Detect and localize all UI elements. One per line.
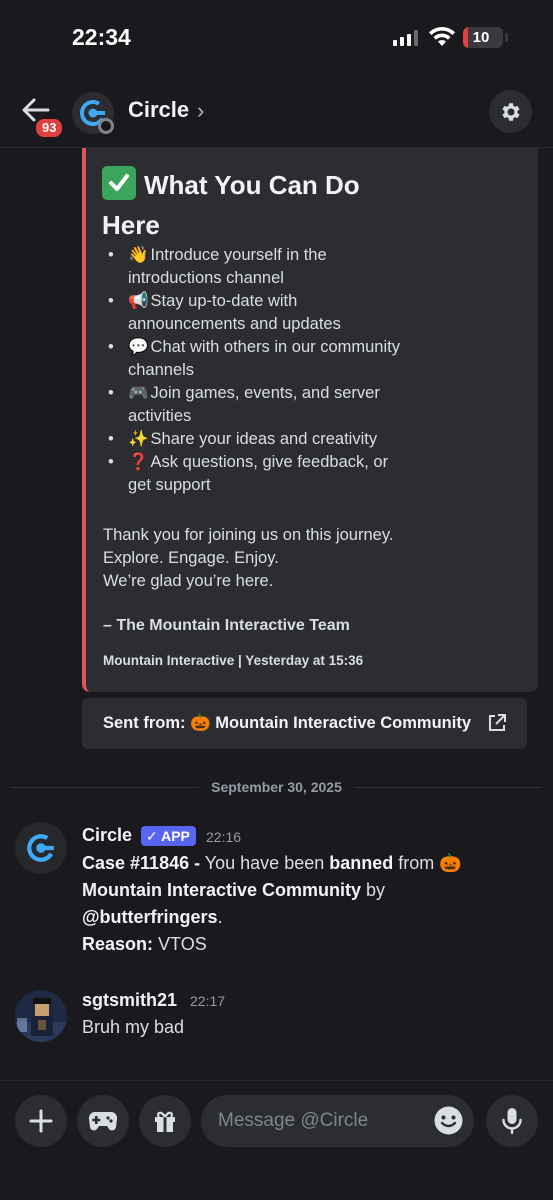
signal-icon xyxy=(393,30,418,46)
status-time: 22:34 xyxy=(72,24,131,50)
megaphone-icon: 📢 xyxy=(128,292,149,310)
list-item: 👋Introduce yourself in the introductions… xyxy=(106,244,406,290)
list-item: 💬Chat with others in our community chann… xyxy=(106,336,406,382)
add-attachment-button[interactable] xyxy=(15,1095,67,1147)
activities-button[interactable] xyxy=(77,1095,129,1147)
gift-button[interactable] xyxy=(139,1095,191,1147)
offline-status-icon xyxy=(98,118,114,134)
circle-logo-icon xyxy=(27,834,55,862)
emoji-icon[interactable] xyxy=(433,1105,464,1136)
sent-from-button[interactable]: Sent from: 🎃 Mountain Interactive Commun… xyxy=(82,698,527,749)
embed-signature: – The Mountain Interactive Team xyxy=(103,617,350,634)
user-mention[interactable]: @butterfringers xyxy=(82,907,218,927)
avatar[interactable] xyxy=(15,990,67,1042)
check-mark-icon xyxy=(102,166,136,200)
feature-list: 👋Introduce yourself in the introductions… xyxy=(106,244,406,497)
external-link-icon xyxy=(489,714,506,731)
list-item: 📢Stay up-to-date with announcements and … xyxy=(106,290,406,336)
embed-body: Thank you for joining us on this journey… xyxy=(103,526,394,590)
gift-icon xyxy=(155,1111,175,1132)
plus-icon xyxy=(29,1109,53,1133)
avatar[interactable] xyxy=(15,822,67,874)
embed-title: What You Can Do Here xyxy=(102,165,422,245)
list-item: 🎮Join games, events, and server activiti… xyxy=(106,382,406,428)
battery-cap xyxy=(505,33,508,42)
pumpkin-icon: 🎃 xyxy=(190,714,211,732)
app-badge: ✓ APP xyxy=(141,826,196,846)
voice-message-button[interactable] xyxy=(486,1095,538,1147)
page-title[interactable]: Circle xyxy=(128,97,189,123)
list-item: ✨Share your ideas and creativity xyxy=(106,428,406,451)
battery-level: 10 xyxy=(472,29,490,46)
message-author[interactable]: sgtsmith21 xyxy=(82,990,177,1011)
gamepad-icon: 🎮 xyxy=(128,384,149,402)
waving-hand-icon: 👋 xyxy=(128,246,149,264)
message-timestamp: 22:17 xyxy=(190,993,226,1009)
pumpkin-icon: 🎃 xyxy=(439,853,462,873)
speech-bubble-icon: 💬 xyxy=(128,338,149,356)
gamepad-icon xyxy=(88,1111,118,1131)
microphone-icon xyxy=(502,1108,522,1135)
message-author[interactable]: Circle xyxy=(82,825,132,846)
welcome-embed: What You Can Do Here 👋Introduce yourself… xyxy=(82,148,538,692)
message-composer-bar xyxy=(0,1080,553,1200)
message-content: Bruh my bad xyxy=(82,1017,185,1037)
date-divider: September 30, 2025 xyxy=(0,779,553,795)
list-item: ❓Ask questions, give feedback, or get su… xyxy=(106,451,406,497)
sparkles-icon: ✨ xyxy=(128,430,149,448)
battery-icon: 10 xyxy=(463,27,503,48)
chevron-right-icon[interactable]: › xyxy=(197,98,204,124)
status-bar: 22:34 10 xyxy=(0,0,553,75)
wifi-icon xyxy=(429,26,455,46)
settings-button[interactable] xyxy=(489,90,532,133)
unread-badge: 93 xyxy=(34,117,65,139)
embed-footer: Mountain Interactive | Yesterday at 15:3… xyxy=(103,653,364,668)
message-timestamp: 22:16 xyxy=(206,829,242,845)
dm-header: 93 Circle › xyxy=(0,80,553,148)
question-mark-icon: ❓ xyxy=(128,453,149,471)
message-content: Case #11846 - You have been banned from … xyxy=(82,853,462,954)
gear-icon xyxy=(501,102,520,121)
